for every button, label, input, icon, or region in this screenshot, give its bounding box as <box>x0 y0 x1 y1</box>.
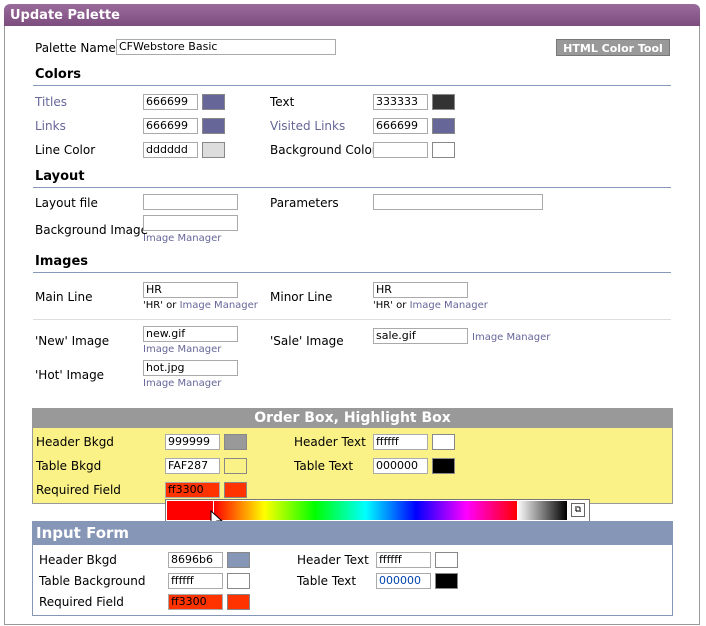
color-picker-expand-icon[interactable]: ⧉ <box>571 503 585 517</box>
html-color-tool-button[interactable]: HTML Color Tool <box>556 39 670 56</box>
order-required-swatch[interactable] <box>224 482 247 498</box>
text-label: Text <box>270 95 295 109</box>
background-color-swatch[interactable] <box>432 142 455 158</box>
text-swatch[interactable] <box>432 94 455 110</box>
form-table-text-label: Table Text <box>297 574 357 588</box>
order-table-bkgd-input[interactable]: FAF287 <box>165 458 220 474</box>
visited-links-input[interactable]: 666699 <box>373 118 428 134</box>
sale-image-manager-link[interactable]: Image Manager <box>472 332 550 343</box>
form-header-bkgd-input[interactable]: 8696b6 <box>168 552 223 568</box>
order-header-text-label: Header Text <box>294 435 366 449</box>
layout-file-input[interactable] <box>143 194 238 210</box>
background-image-label: Background Image <box>35 223 148 237</box>
colors-section-title: Colors <box>35 67 82 82</box>
line-color-swatch[interactable] <box>202 142 225 158</box>
order-table-bkgd-label: Table Bkgd <box>36 459 102 473</box>
links-label: Links <box>35 119 66 133</box>
visited-links-label: Visited Links <box>270 119 346 133</box>
color-picker-grayscale[interactable] <box>517 501 567 520</box>
order-table-text-label: Table Text <box>294 459 354 473</box>
order-table-text-input[interactable]: 000000 <box>373 458 428 474</box>
form-header-text-swatch[interactable] <box>435 552 458 568</box>
order-table-text-swatch[interactable] <box>432 458 455 474</box>
layout-divider <box>33 187 671 188</box>
order-header-bkgd-swatch[interactable] <box>224 434 247 450</box>
order-required-input[interactable]: ff3300 <box>165 482 220 498</box>
main-line-label: Main Line <box>35 290 93 304</box>
order-header-bkgd-label: Header Bkgd <box>36 435 114 449</box>
form-header-bkgd-label: Header Bkgd <box>39 553 117 567</box>
text-input[interactable]: 333333 <box>373 94 428 110</box>
form-table-bg-input[interactable]: ffffff <box>168 573 223 589</box>
new-image-input[interactable]: new.gif <box>143 326 238 342</box>
palette-name-label: Palette Name: <box>35 41 120 55</box>
form-table-bg-swatch[interactable] <box>227 573 250 589</box>
input-form-header: Input Form <box>32 521 673 545</box>
minor-line-hr-text: 'HR' or <box>373 300 407 311</box>
line-color-input[interactable]: dddddd <box>143 142 198 158</box>
new-image-label: 'New' Image <box>35 334 110 348</box>
minor-line-input[interactable]: HR <box>373 282 468 298</box>
main-line-hr-text: 'HR' or <box>143 300 177 311</box>
layout-section-title: Layout <box>35 169 85 184</box>
input-form-title: Input Form <box>36 524 130 542</box>
sale-image-input[interactable]: sale.gif <box>373 328 468 344</box>
background-color-input[interactable] <box>373 142 428 158</box>
form-table-text-input[interactable]: 000000 <box>376 573 431 589</box>
order-required-label: Required Field <box>36 483 121 497</box>
form-table-bg-label: Table Background <box>39 574 146 588</box>
parameters-label: Parameters <box>270 196 339 210</box>
hot-image-label: 'Hot' Image <box>35 368 105 382</box>
images-section-title: Images <box>35 254 89 269</box>
order-header-text-input[interactable]: ffffff <box>373 434 428 450</box>
layout-file-label: Layout file <box>35 196 98 210</box>
colors-divider <box>33 85 671 86</box>
visited-links-swatch[interactable] <box>432 118 455 134</box>
minor-line-image-manager-link[interactable]: Image Manager <box>410 300 488 311</box>
background-color-label: Background Color <box>270 143 377 157</box>
main-line-input[interactable]: HR <box>143 282 238 298</box>
images-inner-divider <box>33 319 671 320</box>
parameters-input[interactable] <box>373 194 543 210</box>
color-picker-popup[interactable]: ⧉ <box>165 499 590 522</box>
background-image-input[interactable] <box>143 215 238 231</box>
images-divider <box>33 272 671 273</box>
order-box-header: Order Box, Highlight Box <box>32 408 673 428</box>
titles-input[interactable]: 666699 <box>143 94 198 110</box>
order-box-title: Order Box, Highlight Box <box>254 410 451 426</box>
order-table-bkgd-swatch[interactable] <box>224 458 247 474</box>
page-header: Update Palette <box>4 4 700 26</box>
links-swatch[interactable] <box>202 118 225 134</box>
main-line-hint: 'HR' or Image Manager <box>143 300 258 311</box>
background-image-manager-link[interactable]: Image Manager <box>143 233 221 244</box>
links-input[interactable]: 666699 <box>143 118 198 134</box>
color-picker-selected-swatch <box>167 501 213 520</box>
main-line-image-manager-link[interactable]: Image Manager <box>180 300 258 311</box>
minor-line-label: Minor Line <box>270 290 333 304</box>
hot-image-input[interactable]: hot.jpg <box>143 360 238 376</box>
form-required-swatch[interactable] <box>227 594 250 610</box>
form-header-text-input[interactable]: ffffff <box>376 552 431 568</box>
form-header-bkgd-swatch[interactable] <box>227 552 250 568</box>
titles-label: Titles <box>35 95 67 109</box>
form-required-label: Required Field <box>39 595 124 609</box>
order-header-text-swatch[interactable] <box>432 434 455 450</box>
page-title: Update Palette <box>10 8 120 23</box>
line-color-label: Line Color <box>35 143 96 157</box>
hot-image-manager-link[interactable]: Image Manager <box>143 378 221 389</box>
sale-image-label: 'Sale' Image <box>270 334 344 348</box>
color-picker-spectrum[interactable] <box>214 501 517 520</box>
form-header-text-label: Header Text <box>297 553 369 567</box>
titles-swatch[interactable] <box>202 94 225 110</box>
minor-line-hint: 'HR' or Image Manager <box>373 300 488 311</box>
palette-name-input[interactable]: CFWebstore Basic <box>116 39 336 55</box>
form-required-input[interactable]: ff3300 <box>168 594 223 610</box>
new-image-manager-link[interactable]: Image Manager <box>143 344 221 355</box>
order-header-bkgd-input[interactable]: 999999 <box>165 434 220 450</box>
form-table-text-swatch[interactable] <box>435 573 458 589</box>
